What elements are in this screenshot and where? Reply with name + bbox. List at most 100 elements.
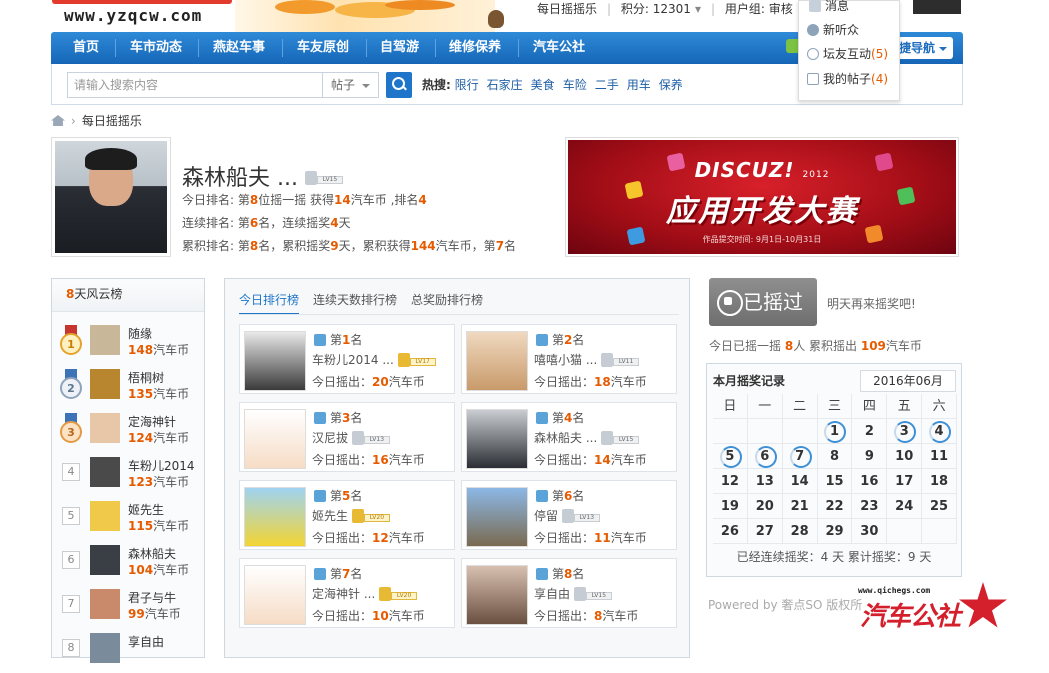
rank-card[interactable]: 第7名 定海神针 ... LV20 今日摇出：10汽车币 [239,558,455,628]
ranking-list-item[interactable]: 5 姬先生 115汽车币 [58,497,203,541]
tab-total[interactable]: 总奖励排行榜 [411,293,483,313]
user-name[interactable]: 森林船夫 ... LV15 [534,429,641,447]
user-avatar[interactable] [90,633,120,663]
user-name[interactable]: 嘻嘻小猫 ... LV11 [534,351,641,369]
user-avatar[interactable] [90,501,120,531]
user-avatar[interactable] [90,369,120,399]
medal-icon: 2 [60,369,82,399]
weekday-header: 日 [713,394,748,419]
user-avatar[interactable] [466,409,528,469]
nav-selfdrive[interactable]: 自驾游 [380,32,419,64]
rank-card[interactable]: 第2名 嘻嘻小猫 ... LV11 今日摇出：18汽车币 [461,324,677,394]
tab-streak[interactable]: 连续天数排行榜 [313,293,397,313]
user-avatar[interactable] [244,409,306,469]
rank-number: 4 [62,463,80,481]
user-avatar[interactable] [466,331,528,391]
rank-card[interactable]: 第4名 森林船夫 ... LV15 今日摇出：14汽车币 [461,402,677,472]
ranking-list-item[interactable]: 3 定海神针 124汽车币 [58,409,203,453]
rank-card[interactable]: 第6名 停留 LV13 今日摇出：11汽车币 [461,480,677,550]
ranking-list-item[interactable]: 1 随缘 148汽车币 [58,321,203,365]
tab-today[interactable]: 今日排行榜 [239,293,300,315]
search-input[interactable]: 请输入搜索内容 [67,72,323,98]
quick-nav-button[interactable]: 捷导航 [895,37,953,59]
top-avatar[interactable] [913,0,961,14]
calendar-day: 15 [817,469,853,494]
user-name[interactable]: 享自由 [128,633,164,650]
user-avatar[interactable] [90,545,120,575]
calendar-day: 20 [747,494,783,519]
hot-link[interactable]: 用车 [627,78,651,92]
hot-link[interactable]: 二手 [595,78,619,92]
user-avatar[interactable] [244,565,306,625]
user-name[interactable]: 停留 LV13 [534,507,602,525]
calendar-month[interactable]: 2016年06月 [860,370,956,392]
user-avatar[interactable] [90,457,120,487]
nav-community[interactable]: 汽车公社 [533,32,585,64]
points-link[interactable]: 积分: 12301 [621,2,691,16]
coins-today: 今日摇出：10汽车币 [312,609,425,623]
ranking-list-item[interactable]: 8 享自由 [58,629,203,673]
user-name[interactable]: 姬先生 LV20 [312,507,392,525]
calendar-day: 30 [852,519,888,544]
rank-card[interactable]: 第5名 姬先生 LV20 今日摇出：12汽车币 [239,480,455,550]
promo-banner[interactable]: DISCUZ! 2012 应用开发大赛 作品提交时间: 9月1日-10月31日 [565,137,959,257]
ranking-list-item[interactable]: 6 森林船夫 104汽车币 [58,541,203,585]
nav-home[interactable]: 首页 [73,32,99,64]
hot-link[interactable]: 车险 [563,78,587,92]
weekday-header: 一 [747,394,783,419]
user-avatar[interactable] [244,487,306,547]
user-avatar[interactable] [90,325,120,355]
menu-item-messages[interactable]: 消息 [809,0,849,14]
rank-icon [536,490,548,502]
nav-market[interactable]: 车市动态 [130,32,182,64]
menu-item-my-posts[interactable]: 我的帖子(4) [807,70,888,87]
nav-maintenance[interactable]: 维修保养 [449,32,501,64]
user-avatar[interactable] [466,565,528,625]
calendar-day: 16 [852,469,888,494]
user-name[interactable]: 车粉儿2014 [128,457,195,474]
user-name[interactable]: 定海神针 ... LV20 [312,585,419,603]
user-name[interactable]: 姬先生 [128,501,164,518]
user-avatar[interactable] [90,413,120,443]
user-name[interactable]: 梧桐树 [128,369,164,386]
rank-icon [536,334,548,346]
user-name[interactable]: 君子与牛 [128,589,176,606]
daily-shake-link[interactable]: 每日摇摇乐 [537,2,597,16]
search-button[interactable] [386,72,412,98]
hot-link[interactable]: 限行 [455,78,479,92]
ranking-list-item[interactable]: 2 梧桐树 135汽车币 [58,365,203,409]
home-icon[interactable] [51,115,65,126]
level-badge: LV13 [561,508,602,525]
rank-card[interactable]: 第3名 汉尼拔 LV13 今日摇出：16汽车币 [239,402,455,472]
rank-icon [314,412,326,424]
user-avatar[interactable] [244,331,306,391]
user-avatar[interactable] [466,487,528,547]
user-name[interactable]: 车粉儿2014 ... LV17 [312,351,438,369]
ranking-list-item[interactable]: 4 车粉儿2014 123汽车币 [58,453,203,497]
level-badge: LV15 [304,171,345,187]
hot-link[interactable]: 保养 [659,78,683,92]
shake-button[interactable]: 已摇过 [709,278,817,326]
site-logo[interactable]: www.yzqcw.com [64,6,202,25]
ranking-list-item[interactable]: 7 君子与牛 99汽车币 [58,585,203,629]
menu-item-interactions[interactable]: 坛友互动(5) [807,45,888,62]
menu-item-new-followers[interactable]: 新听众 [807,21,859,38]
nav-yanzhao[interactable]: 燕赵车事 [213,32,265,64]
user-avatar[interactable] [90,589,120,619]
search-type-select[interactable]: 帖子 [323,72,379,98]
user-name[interactable]: 定海神针 [128,413,176,430]
medal-icon: 1 [60,325,82,355]
profile-avatar[interactable] [51,137,171,257]
user-name[interactable]: 汉尼拔 LV13 [312,429,392,447]
calendar-blank [713,419,748,444]
nav-original[interactable]: 车友原创 [297,32,349,64]
rank-card[interactable]: 第8名 享自由 LV15 今日摇出：8汽车币 [461,558,677,628]
user-name[interactable]: 享自由 LV15 [534,585,614,603]
rank-card[interactable]: 第1名 车粉儿2014 ... LV17 今日摇出：20汽车币 [239,324,455,394]
hot-link[interactable]: 美食 [531,78,555,92]
hot-link[interactable]: 石家庄 [487,78,523,92]
breadcrumb-current[interactable]: 每日摇摇乐 [82,114,142,128]
user-coins: 104汽车币 [128,563,190,577]
user-name[interactable]: 随缘 [128,325,152,342]
user-name[interactable]: 森林船夫 [128,545,176,562]
